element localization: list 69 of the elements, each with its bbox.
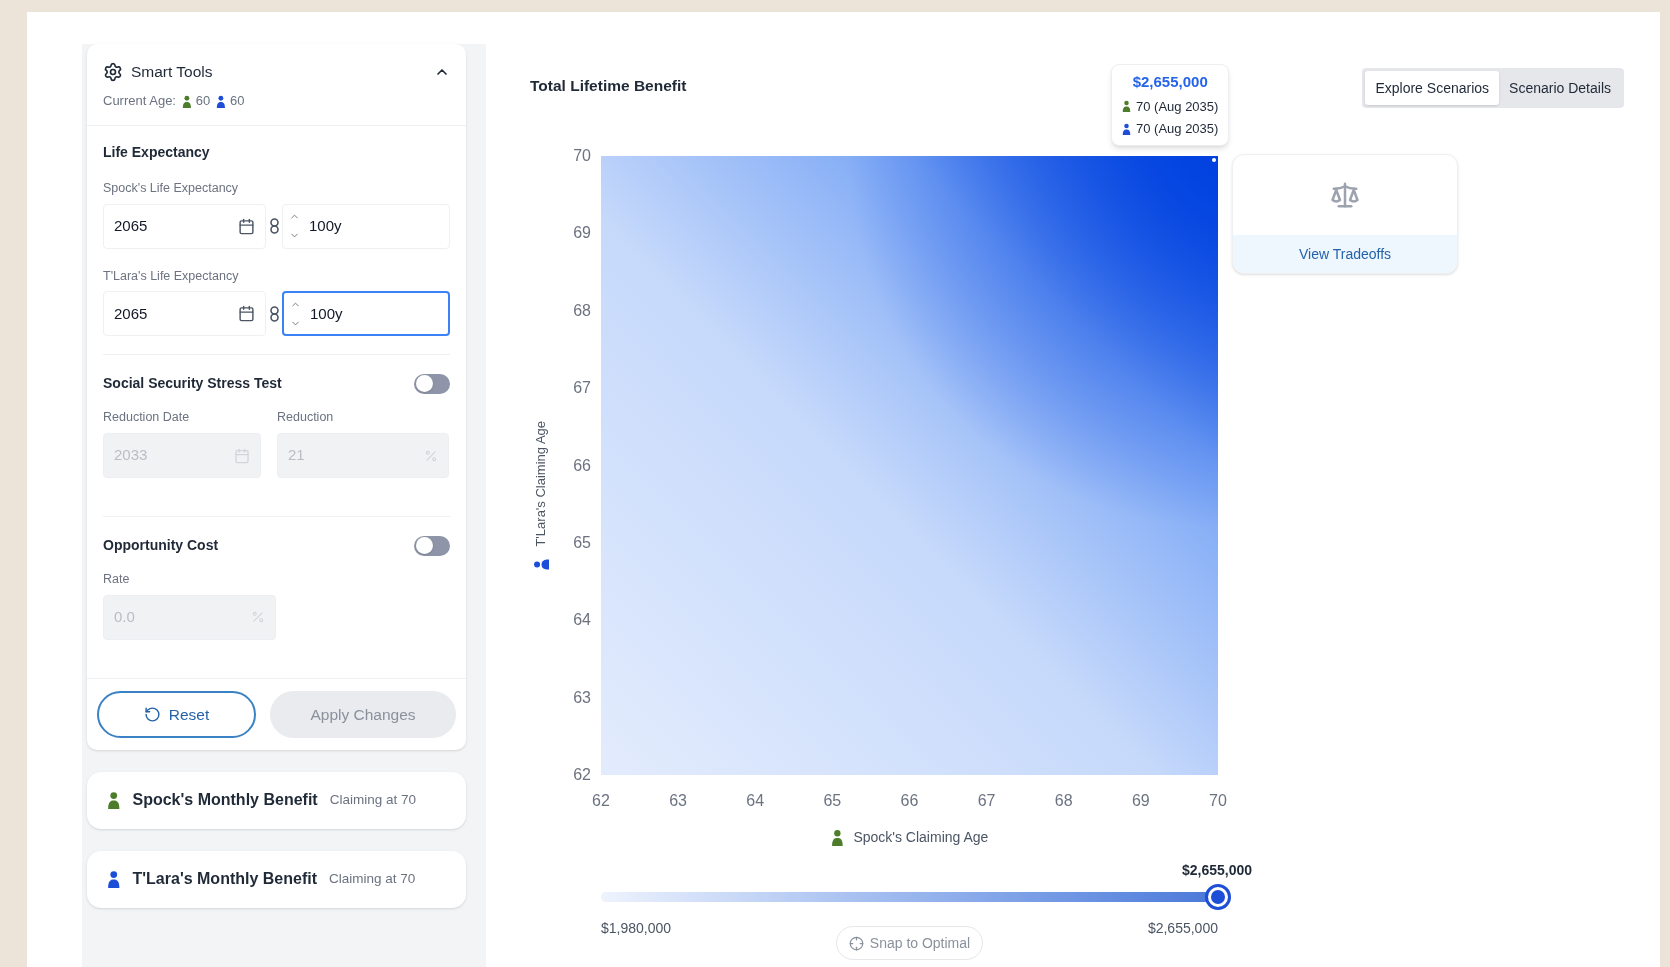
axis-tick: 65 [573, 532, 591, 553]
section-title: Smart Tools [131, 62, 213, 82]
benefit-note: Claiming at 70 [329, 791, 416, 810]
years-field[interactable]: 100y [282, 203, 450, 249]
axis-tick: 64 [573, 610, 591, 631]
calendar-icon [234, 447, 250, 464]
axis-tick: 70 [1208, 791, 1228, 811]
date-field[interactable]: 2065 [103, 203, 266, 249]
axis-tick: 63 [573, 687, 591, 708]
field-label: Reduction Date [103, 409, 191, 427]
section-title: Social Security Stress Test [103, 374, 282, 394]
section-title: Opportunity Cost [103, 536, 219, 555]
person-icon [533, 558, 549, 571]
toggle-switch[interactable] [414, 535, 450, 556]
benefit-title: T'Lara's Monthly Benefit [132, 869, 317, 890]
chart-title: Total Lifetime Benefit [530, 76, 687, 96]
person-icon [830, 829, 844, 846]
tradeoffs-card[interactable]: View Tradeoffs [1232, 154, 1458, 274]
axis-tick: 68 [1053, 791, 1074, 811]
age-value: 60 [195, 92, 211, 111]
axis-tick: 66 [573, 455, 591, 476]
axis-tick: 65 [822, 791, 843, 811]
slider-min: $1,980,000 [601, 919, 672, 938]
axis-tick: 67 [976, 791, 997, 811]
percent-icon [251, 610, 265, 625]
current-age-label: Current Age: [103, 92, 176, 111]
axis-tick: 66 [899, 791, 920, 811]
percent-icon [424, 448, 438, 463]
axis-tick: 69 [573, 223, 591, 244]
benefit-title: Spock's Monthly Benefit [132, 790, 318, 811]
calendar-icon [238, 305, 255, 323]
benefit-note: Claiming at 70 [329, 870, 416, 889]
field-label: Spock's Life Expectancy [103, 179, 240, 197]
tooltip-line: 70 (Aug 2035) [1136, 97, 1219, 116]
axis-tick: 64 [745, 791, 766, 811]
axis-tick: 63 [668, 791, 688, 811]
toggle-switch[interactable] [414, 373, 450, 394]
tooltip-value: $2,655,000 [1132, 72, 1208, 92]
reset-icon [143, 705, 161, 723]
axis-tick: 67 [573, 378, 591, 399]
field-label: Reduction [277, 409, 335, 427]
axis-label: T'Lara's Claiming Age [532, 420, 550, 547]
benefit-card[interactable]: T'Lara's Monthly Benefit Claiming at 70 [87, 850, 466, 908]
field-label: T'Lara's Life Expectancy [103, 267, 240, 285]
field-label: Rate [103, 571, 131, 588]
axis-label: Spock's Claiming Age [853, 828, 989, 847]
tab[interactable]: Scenario Details [1499, 71, 1621, 105]
settings-icon [103, 61, 123, 82]
axis-tick: 69 [1130, 791, 1151, 811]
axis-tick: 62 [573, 765, 591, 785]
tab[interactable]: Explore Scenarios [1365, 71, 1500, 105]
calendar-icon [238, 217, 255, 235]
tooltip-line: 70 (Aug 2035) [1136, 120, 1219, 138]
date-field[interactable]: 2065 [103, 291, 266, 337]
scale-icon [1330, 180, 1360, 210]
axis-tick: 62 [591, 791, 611, 811]
axis-tick: 68 [573, 300, 591, 321]
axis-tick: 70 [573, 146, 591, 166]
slider-value: $2,655,000 [1182, 861, 1253, 880]
link-icon[interactable] [269, 305, 279, 322]
years-field[interactable]: 100y [282, 291, 450, 337]
slider-max: $2,655,000 [1147, 919, 1218, 938]
section-title: Life Expectancy [103, 142, 211, 162]
age-value: 60 [229, 92, 245, 111]
benefit-card[interactable]: Spock's Monthly Benefit Claiming at 70 [87, 771, 466, 829]
slider-thumb[interactable] [1205, 884, 1231, 910]
target-icon [848, 935, 864, 951]
reset-button[interactable]: Reset [97, 690, 256, 738]
link-icon[interactable] [269, 218, 279, 234]
